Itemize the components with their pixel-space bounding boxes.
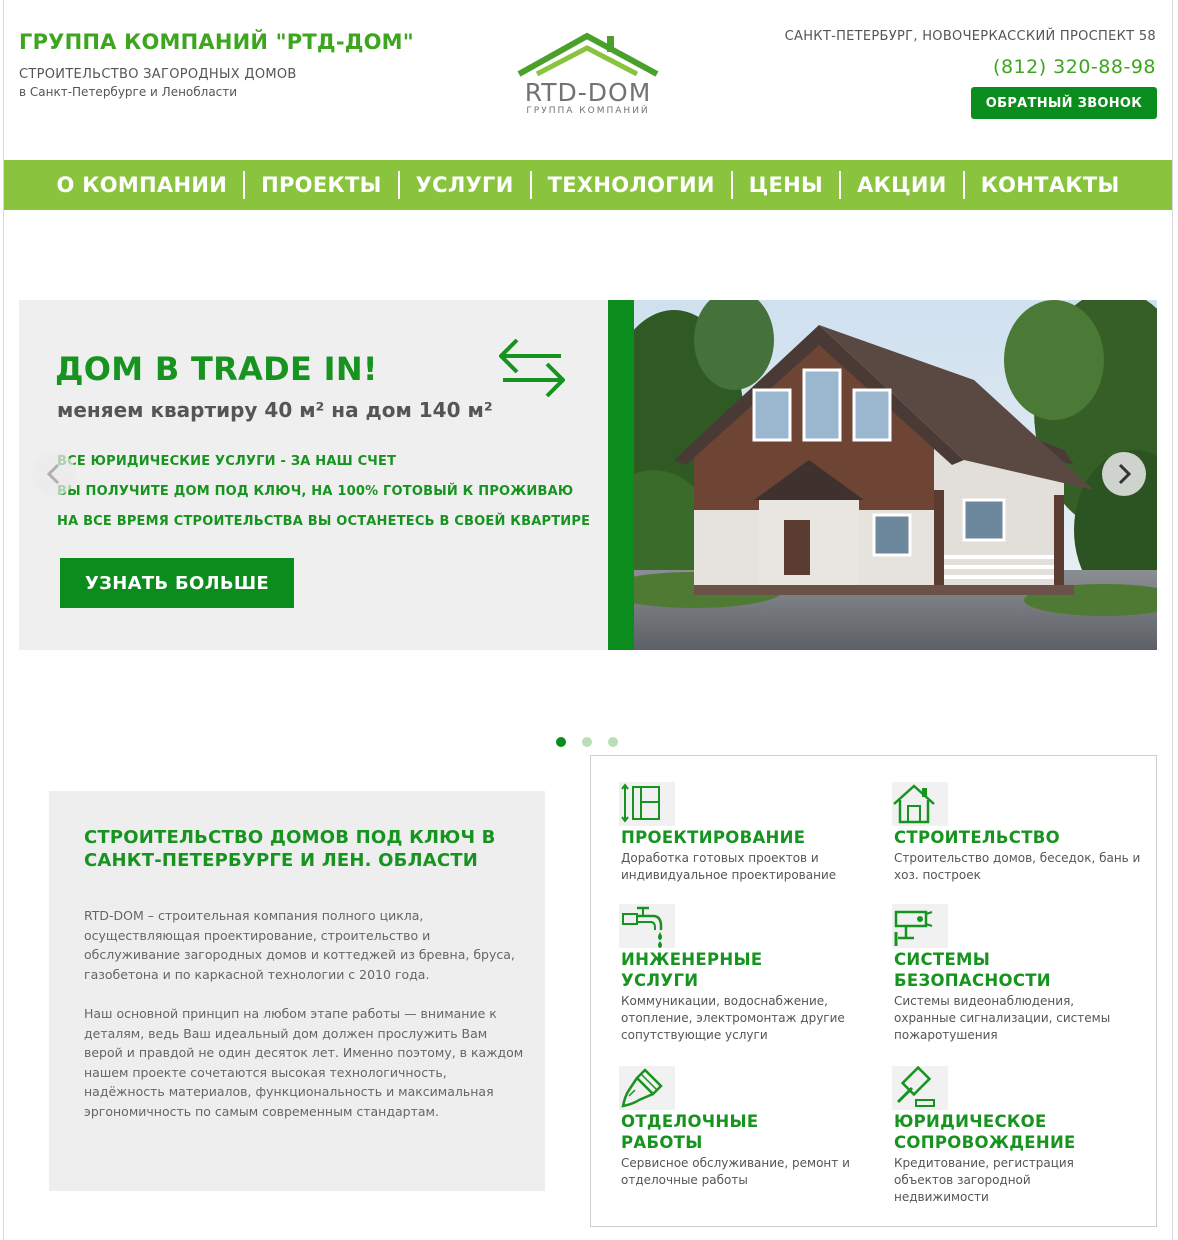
slide-subtitle: меняем квартиру 40 м² на дом 140 м² [57,398,493,422]
service-title: ИНЖЕНЕРНЫЕ УСЛУГИ [621,950,763,990]
service-description: Сервисное обслуживание, ремонт и отделоч… [621,1156,850,1187]
nav-item-contacts[interactable]: КОНТАКТЫ [965,173,1136,197]
slide-bullet: НА ВСЕ ВРЕМЯ СТРОИТЕЛЬСТВА ВЫ ОСТАНЕТЕСЬ… [57,514,591,529]
nav-item-prices[interactable]: ЦЕНЫ [733,173,839,197]
service-design[interactable]: ПРОЕКТИРОВАНИЕ Доработка готовых проекто… [619,782,871,884]
logo-subtext: ГРУППА КОМПАНИЙ [526,106,650,116]
slide-title: ДОМ В TRADE IN! [55,350,378,388]
slider-next-button[interactable] [1102,452,1146,496]
service-legal[interactable]: ЮРИДИЧЕСКОЕ СОПРОВОЖДЕНИЕ Кредитование, … [892,1066,1144,1206]
address: САНКТ-ПЕТЕРБУРГ, НОВОЧЕРКАССКИЙ ПРОСПЕКТ… [784,29,1156,44]
chevron-right-icon [1118,463,1132,485]
slider-prev-button[interactable] [32,452,76,496]
hero-slider: ДОМ В TRADE IN! меняем квартиру 40 м² на… [19,300,1157,650]
exchange-arrows-icon [499,338,565,398]
service-security[interactable]: СИСТЕМЫ БЕЗОПАСНОСТИ Системы видеонаблюд… [892,904,1144,1044]
nav-item-projects[interactable]: ПРОЕКТЫ [245,173,398,197]
slide-accent-bar [608,300,634,650]
house-photo [634,300,1157,650]
services-panel: ПРОЕКТИРОВАНИЕ Доработка готовых проекто… [590,755,1157,1227]
slide-bullet: ВСЕ ЮРИДИЧЕСКИЕ УСЛУГИ - ЗА НАШ СЧЕТ [57,454,397,469]
cctv-camera-icon [892,904,948,948]
slide-bullet: ВЫ ПОЛУЧИТЕ ДОМ ПОД КЛЮЧ, НА 100% ГОТОВЫ… [57,484,574,499]
gavel-icon [892,1066,948,1110]
phone-number[interactable]: (812) 320-88-98 [993,56,1156,78]
about-paragraph: RTD-DOM – строительная компания полного … [84,908,515,982]
service-description: Системы видеонаблюдения, охранные сигнал… [894,994,1111,1042]
nav-item-promotions[interactable]: АКЦИИ [841,173,963,197]
slider-dot[interactable] [582,737,592,747]
slider-pagination [556,737,618,747]
slider-dot[interactable] [556,737,566,747]
service-title: СИСТЕМЫ БЕЗОПАСНОСТИ [894,950,1051,990]
logo[interactable]: RTD-DOM ГРУППА КОМПАНИЙ [515,30,665,118]
service-engineering[interactable]: ИНЖЕНЕРНЫЕ УСЛУГИ Коммуникации, водоснаб… [619,904,871,1044]
nav-item-technologies[interactable]: ТЕХНОЛОГИИ [532,173,731,197]
service-description: Кредитование, регистрация объектов загор… [894,1156,1074,1204]
service-title: ОТДЕЛОЧНЫЕ РАБОТЫ [621,1112,759,1152]
paint-brush-icon [619,1066,675,1110]
slider-dot[interactable] [608,737,618,747]
service-finishing[interactable]: ОТДЕЛОЧНЫЕ РАБОТЫ Сервисное обслуживание… [619,1066,871,1189]
learn-more-button[interactable]: УЗНАТЬ БОЛЬШЕ [60,558,294,608]
service-title: СТРОИТЕЛЬСТВО [894,828,1060,847]
service-description: Доработка готовых проектов и индивидуаль… [621,851,837,882]
logo-text: RTD-DOM [524,78,652,107]
faucet-icon [619,904,675,948]
about-paragraph: Наш основной принцип на любом этапе рабо… [84,1006,524,1119]
company-tagline: СТРОИТЕЛЬСТВО ЗАГОРОДНЫХ ДОМОВ [19,67,297,82]
chevron-left-icon [46,463,60,485]
nav-item-about[interactable]: О КОМПАНИИ [40,173,243,197]
house-icon [892,782,948,826]
callback-button[interactable]: ОБРАТНЫЙ ЗВОНОК [971,87,1157,119]
service-description: Коммуникации, водоснабжение, отопление, … [621,994,845,1042]
nav-item-services[interactable]: УСЛУГИ [400,173,530,197]
blueprint-icon [619,782,675,826]
service-description: Строительство домов, беседок, бань и хоз… [894,851,1141,882]
company-title: ГРУППА КОМПАНИЙ "РТД-ДОМ" [19,30,414,54]
service-title: ЮРИДИЧЕСКОЕ СОПРОВОЖДЕНИЕ [894,1112,1076,1152]
service-construction[interactable]: СТРОИТЕЛЬСТВО Строительство домов, бесед… [892,782,1144,884]
company-region: в Санкт-Петербурге и Ленобласти [19,85,238,99]
about-section: СТРОИТЕЛЬСТВО ДОМОВ ПОД КЛЮЧ В САНКТ-ПЕТ… [49,791,545,1191]
main-nav: О КОМПАНИИ ПРОЕКТЫ УСЛУГИ ТЕХНОЛОГИИ ЦЕН… [4,160,1172,210]
service-title: ПРОЕКТИРОВАНИЕ [621,828,806,847]
logo-roof-icon [517,32,659,77]
about-title: СТРОИТЕЛЬСТВО ДОМОВ ПОД КЛЮЧ В САНКТ-ПЕТ… [84,827,496,871]
